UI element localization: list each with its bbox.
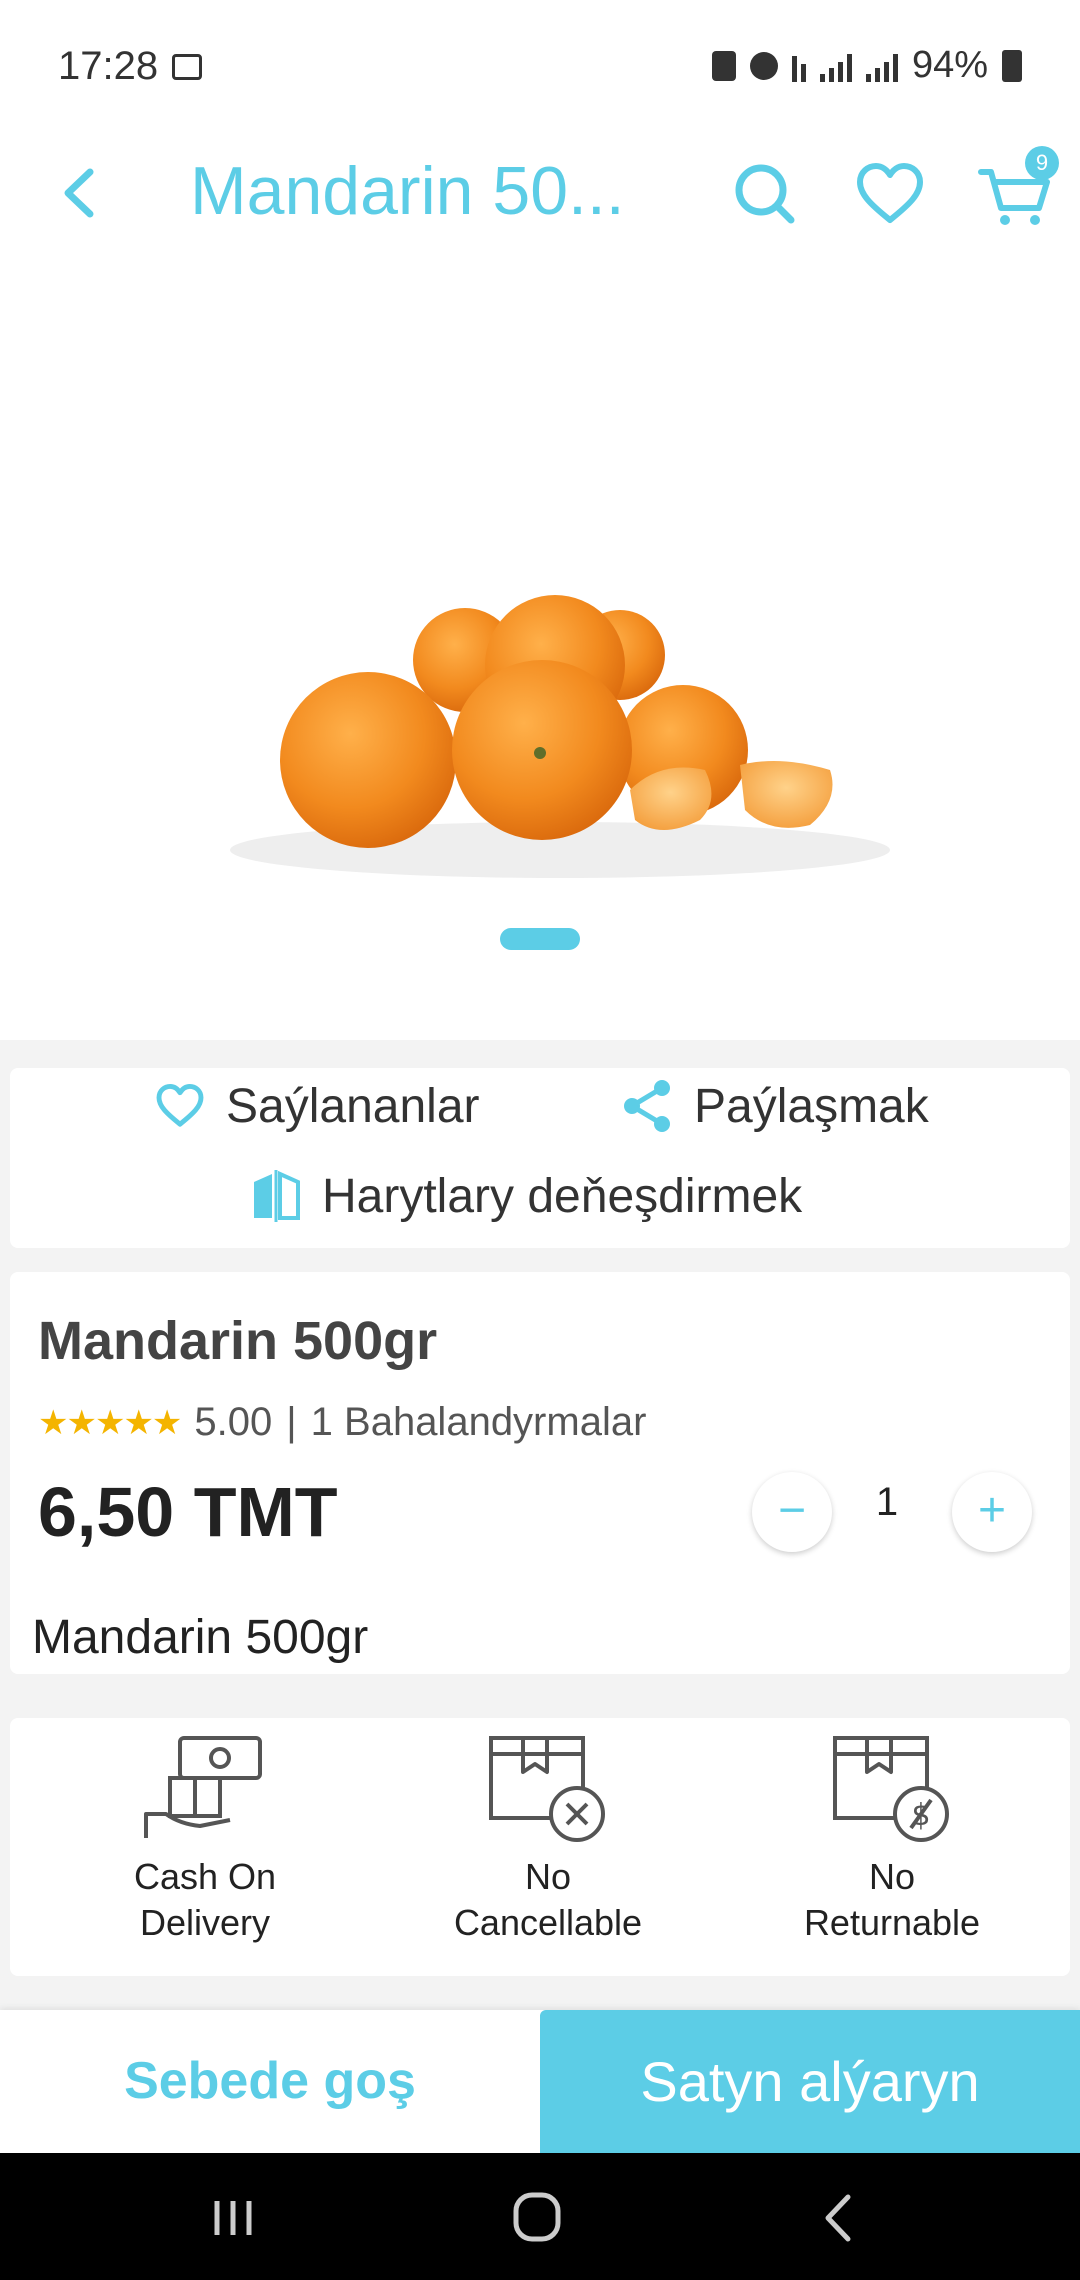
- status-icons: 94%: [711, 44, 1022, 87]
- back-button[interactable]: [48, 158, 118, 228]
- recent-apps-icon: [214, 2201, 252, 2235]
- no-return-box-icon: $: [833, 1736, 949, 1842]
- policy-no-cancellable: No Cancellable: [398, 1728, 698, 1946]
- compare-action[interactable]: Harytlary deňeşdirmek: [248, 1168, 802, 1224]
- product-price: 6,50 TMT: [38, 1473, 338, 1551]
- share-action[interactable]: Paýlaşmak: [620, 1078, 929, 1134]
- product-description: Mandarin 500gr: [32, 1611, 369, 1664]
- status-bar: 17:28 94%: [0, 0, 1080, 130]
- product-image[interactable]: [0, 260, 1080, 1040]
- rating-row[interactable]: ★★★★★ 5.00 | 1 Bahalandyrmalar: [38, 1400, 646, 1445]
- heart-icon: [156, 1083, 204, 1127]
- battery-percent: 94%: [911, 44, 988, 86]
- cash-on-delivery-icon: [144, 1736, 262, 1838]
- signal-icon-2: [865, 50, 898, 82]
- actions-card: Saýlananlar Paýlaşmak Harytlary deňeşdir…: [10, 1068, 1070, 1248]
- reviews-count: 1 Bahalandyrmalar: [310, 1400, 647, 1444]
- alarm-icon: [749, 51, 778, 80]
- share-label: Paýlaşmak: [694, 1079, 929, 1133]
- policy-cash-on-delivery: Cash On Delivery: [55, 1728, 355, 1946]
- bottom-action-bar: Sebede goş Satyn alýaryn: [0, 2010, 1080, 2153]
- app-header: Mandarin 50... 9: [0, 130, 1080, 260]
- battery-icon: [1002, 49, 1022, 82]
- share-icon: [624, 1080, 670, 1132]
- rating-separator: |: [286, 1400, 297, 1444]
- compare-icon: [254, 1170, 300, 1222]
- carousel-indicator[interactable]: [500, 928, 580, 950]
- cart-button[interactable]: 9: [975, 146, 1059, 234]
- chevron-left-icon: [64, 168, 94, 218]
- policy-label-line1: No: [524, 1856, 572, 1897]
- add-to-cart-button[interactable]: Sebede goş: [0, 2010, 540, 2153]
- product-info-card: Mandarin 500gr ★★★★★ 5.00 | 1 Bahalandyr…: [10, 1272, 1070, 1674]
- recent-apps-button[interactable]: [195, 2183, 275, 2253]
- search-icon: [735, 164, 795, 224]
- home-button[interactable]: [496, 2183, 576, 2253]
- wishlist-button[interactable]: [850, 154, 930, 234]
- compare-label: Harytlary deňeşdirmek: [322, 1169, 803, 1223]
- product-name: Mandarin 500gr: [38, 1311, 438, 1371]
- recycle-notification-icon: [711, 50, 736, 81]
- data-transfer-icon: [791, 50, 806, 82]
- policy-label-line1: Cash On: [133, 1856, 277, 1897]
- back-arrow-icon: [825, 2194, 851, 2242]
- search-button[interactable]: [725, 154, 805, 234]
- policy-label-line2: Returnable: [803, 1902, 981, 1943]
- policies-card: Cash On Delivery No Cancellable $: [10, 1718, 1070, 1976]
- policy-label-line2: Cancellable: [453, 1902, 643, 1943]
- status-time: 17:28: [58, 44, 159, 88]
- system-back-button[interactable]: [800, 2183, 880, 2253]
- product-details-area: Saýlananlar Paýlaşmak Harytlary deňeşdir…: [0, 1040, 1080, 2010]
- signal-icon: [819, 50, 852, 82]
- system-navigation-bar: [0, 2153, 1080, 2280]
- home-icon: [513, 2192, 561, 2242]
- policy-label-line1: No: [868, 1856, 916, 1897]
- buy-now-button[interactable]: Satyn alýaryn: [540, 2010, 1080, 2153]
- page-title: Mandarin 50...: [190, 153, 625, 229]
- mandarins-photo: [230, 595, 890, 878]
- rating-value: 5.00: [194, 1400, 273, 1444]
- quantity-increase-button[interactable]: +: [952, 1472, 1032, 1552]
- rating-stars: ★★★★★: [38, 1403, 182, 1442]
- favorites-action[interactable]: Saýlananlar: [152, 1078, 480, 1134]
- policy-no-returnable: $ No Returnable: [742, 1728, 1042, 1946]
- policy-label-line2: Delivery: [139, 1902, 271, 1943]
- gallery-notification-icon: [172, 54, 202, 80]
- no-cancel-box-icon: [489, 1736, 605, 1842]
- quantity-value: 1: [875, 1480, 899, 1524]
- cart-count-badge: 9: [1025, 146, 1059, 180]
- quantity-decrease-button[interactable]: −: [752, 1472, 832, 1552]
- favorites-label: Saýlananlar: [226, 1079, 480, 1133]
- heart-icon: [857, 163, 923, 223]
